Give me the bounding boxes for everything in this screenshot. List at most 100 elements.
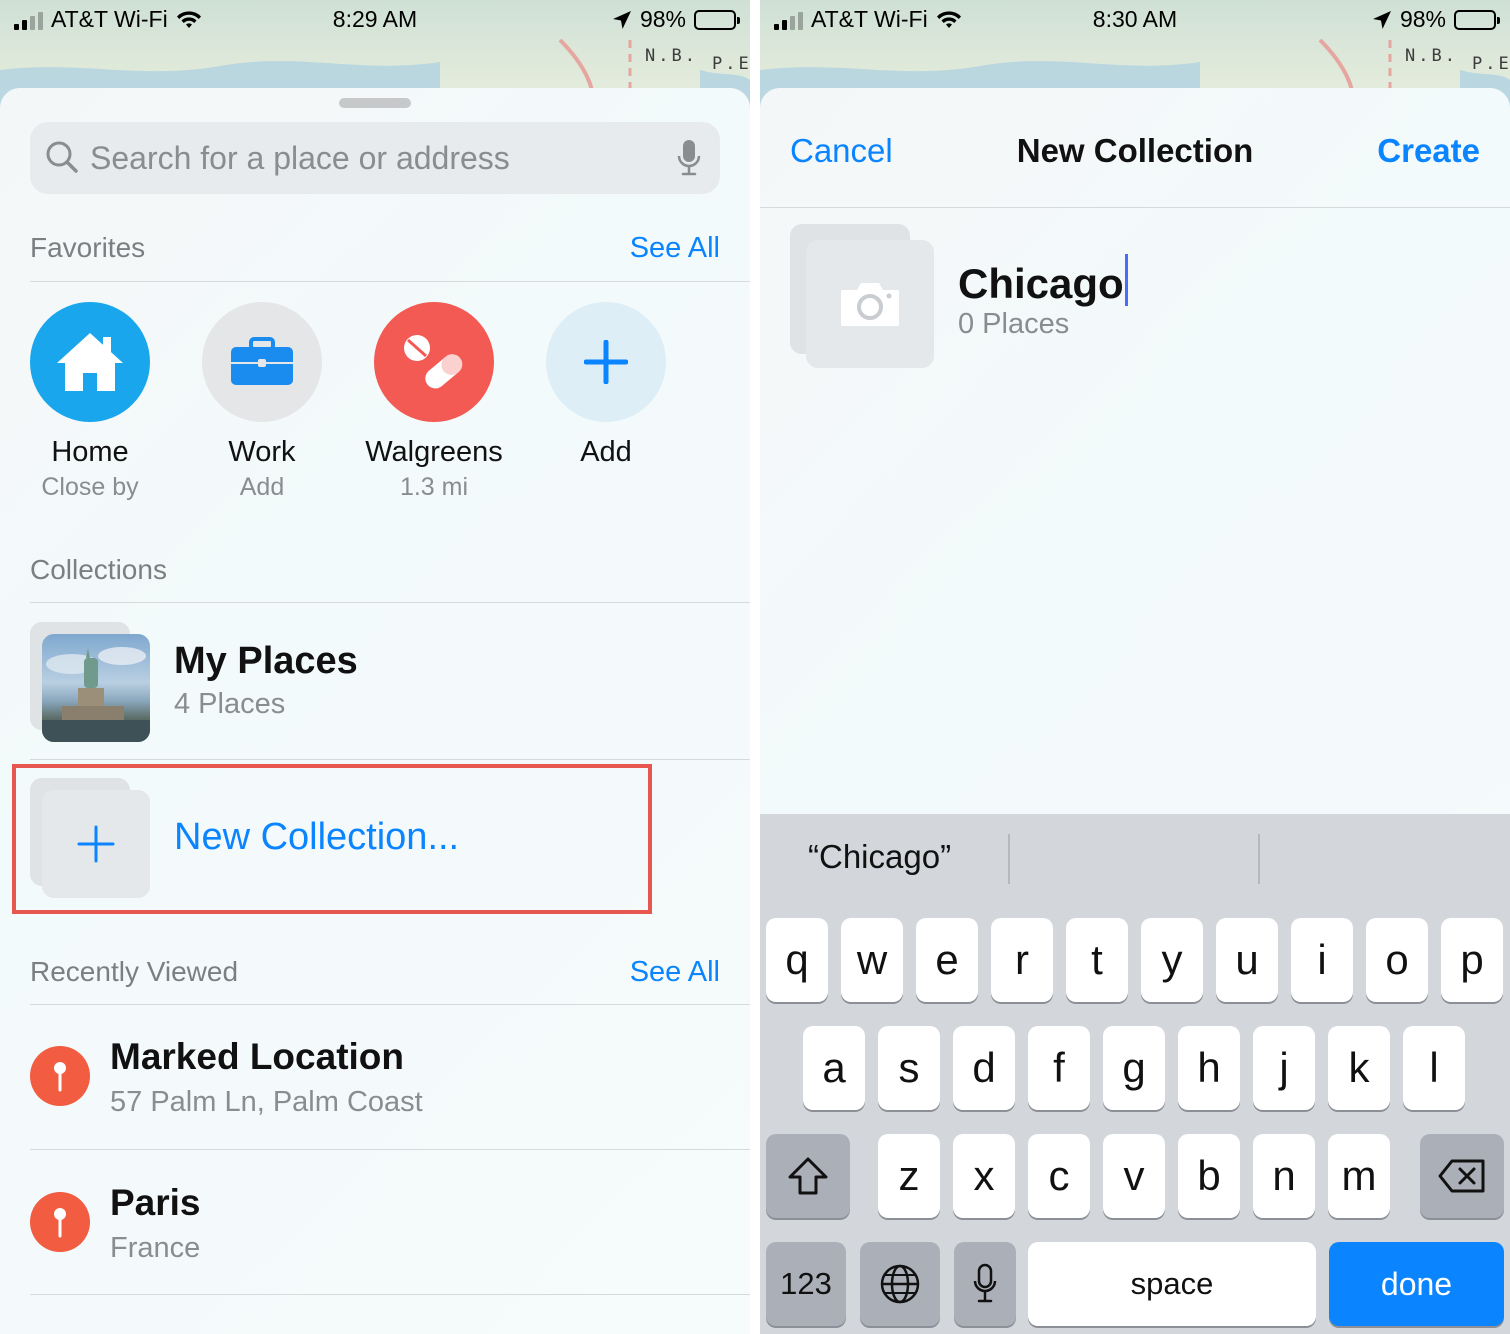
sheet-grabber[interactable]	[339, 98, 411, 108]
search-bar[interactable]: Search for a place or address	[30, 122, 720, 194]
divider	[30, 602, 750, 603]
search-icon	[46, 141, 78, 173]
key-w[interactable]: w	[841, 918, 903, 1002]
recently-viewed-see-all-link[interactable]: See All	[630, 956, 720, 989]
key-u[interactable]: u	[1216, 918, 1278, 1002]
divider	[30, 1294, 750, 1295]
microphone-icon[interactable]	[676, 138, 702, 178]
text-caret	[1124, 254, 1128, 306]
shift-icon	[788, 1157, 828, 1195]
key-c[interactable]: c	[1028, 1134, 1090, 1218]
done-key[interactable]: done	[1329, 1242, 1504, 1326]
status-bar: AT&T Wi-Fi 8:30 AM 98%	[760, 0, 1510, 40]
key-i[interactable]: i	[1291, 918, 1353, 1002]
space-key[interactable]: space	[1028, 1242, 1316, 1326]
map-label-nb: N.B.	[645, 46, 698, 66]
highlight-box	[12, 764, 652, 914]
statue-of-liberty-photo	[42, 647, 150, 742]
favorite-home[interactable]: Home Close by	[5, 302, 175, 502]
favorite-name: Walgreens	[365, 436, 503, 468]
search-placeholder[interactable]: Search for a place or address	[90, 140, 510, 177]
key-h[interactable]: h	[1178, 1026, 1240, 1110]
key-b[interactable]: b	[1178, 1134, 1240, 1218]
key-a[interactable]: a	[803, 1026, 865, 1110]
key-s[interactable]: s	[878, 1026, 940, 1110]
pin-icon	[54, 1062, 66, 1092]
divider	[30, 281, 750, 282]
location-arrow-icon	[612, 10, 631, 29]
key-t[interactable]: t	[1066, 918, 1128, 1002]
delete-key[interactable]	[1420, 1134, 1504, 1218]
collection-title: My Places	[174, 640, 358, 682]
status-bar: AT&T Wi-Fi 8:29 AM 98%	[0, 0, 750, 40]
pin-icon	[54, 1208, 66, 1238]
key-z[interactable]: z	[878, 1134, 940, 1218]
recently-viewed-heading: Recently Viewed	[30, 956, 239, 987]
plus-icon	[584, 340, 628, 384]
favorite-subtitle: Add	[239, 473, 285, 501]
battery-group: 98%	[612, 6, 740, 33]
favorite-work[interactable]: Work Add	[177, 302, 347, 502]
prediction-bar: “Chicago”	[760, 814, 1510, 904]
favorite-subtitle: 1.3 mi	[399, 473, 469, 501]
numbers-key[interactable]: 123	[766, 1242, 846, 1326]
key-g[interactable]: g	[1103, 1026, 1165, 1110]
favorite-name: Home	[51, 436, 129, 468]
collections-header: Collections	[30, 554, 720, 586]
key-d[interactable]: d	[953, 1026, 1015, 1110]
add-circle[interactable]	[546, 302, 666, 422]
backspace-icon	[1438, 1159, 1485, 1193]
work-circle[interactable]	[202, 302, 322, 422]
map-label-pe: P.E	[1472, 54, 1510, 74]
microphone-icon	[973, 1263, 997, 1303]
key-o[interactable]: o	[1366, 918, 1428, 1002]
key-e[interactable]: e	[916, 918, 978, 1002]
map-label-pe: P.E	[712, 54, 750, 74]
bottom-sheet: Search for a place or address Favorites …	[0, 88, 750, 1334]
recent-subtitle: France	[110, 1232, 201, 1264]
key-p[interactable]: p	[1441, 918, 1503, 1002]
key-m[interactable]: m	[1328, 1134, 1390, 1218]
divider	[30, 1004, 750, 1005]
walgreens-circle[interactable]	[374, 302, 494, 422]
collection-subtitle: 4 Places	[174, 688, 286, 720]
divider	[30, 1149, 750, 1150]
recent-subtitle: 57 Palm Ln, Palm Coast	[110, 1086, 423, 1118]
key-q[interactable]: q	[766, 918, 828, 1002]
divider	[30, 759, 750, 760]
key-y[interactable]: y	[1141, 918, 1203, 1002]
house-icon	[57, 333, 123, 391]
favorite-add[interactable]: Add	[521, 302, 691, 469]
shift-key[interactable]	[766, 1134, 850, 1218]
maps-home-screen: N.B. P.E AT&T Wi-Fi 8:29 AM 98% Search f…	[0, 0, 750, 1334]
onscreen-keyboard: “Chicago” q w e r t y u i o p a s d f g …	[760, 814, 1510, 1334]
key-v[interactable]: v	[1103, 1134, 1165, 1218]
home-circle[interactable]	[30, 302, 150, 422]
favorite-walgreens[interactable]: Walgreens 1.3 mi	[349, 302, 519, 502]
create-button[interactable]: Create	[1377, 132, 1480, 170]
key-j[interactable]: j	[1253, 1026, 1315, 1110]
globe-key[interactable]	[860, 1242, 940, 1326]
key-r[interactable]: r	[991, 918, 1053, 1002]
prediction-separator	[1258, 834, 1260, 884]
collection-photo-placeholder[interactable]	[790, 224, 934, 368]
key-n[interactable]: n	[1253, 1134, 1315, 1218]
prediction-suggestion[interactable]: “Chicago”	[808, 838, 951, 876]
key-l[interactable]: l	[1403, 1026, 1465, 1110]
favorites-see-all-link[interactable]: See All	[630, 232, 720, 265]
battery-icon	[1454, 9, 1500, 30]
pill-icon	[404, 335, 463, 389]
briefcase-icon	[231, 337, 293, 385]
battery-percent: 98%	[639, 6, 686, 32]
key-f[interactable]: f	[1028, 1026, 1090, 1110]
favorites-header: Favorites See All	[30, 232, 720, 264]
dictation-key[interactable]	[954, 1242, 1016, 1326]
collection-name-field[interactable]: Chicago	[958, 254, 1358, 308]
recently-viewed-header: Recently Viewed See All	[30, 956, 720, 988]
key-k[interactable]: k	[1328, 1026, 1390, 1110]
key-x[interactable]: x	[953, 1134, 1015, 1218]
collection-name-value[interactable]: Chicago	[958, 260, 1124, 307]
recent-title: Paris	[110, 1182, 201, 1223]
battery-group: 98%	[1372, 6, 1500, 33]
battery-percent: 98%	[1399, 6, 1446, 32]
